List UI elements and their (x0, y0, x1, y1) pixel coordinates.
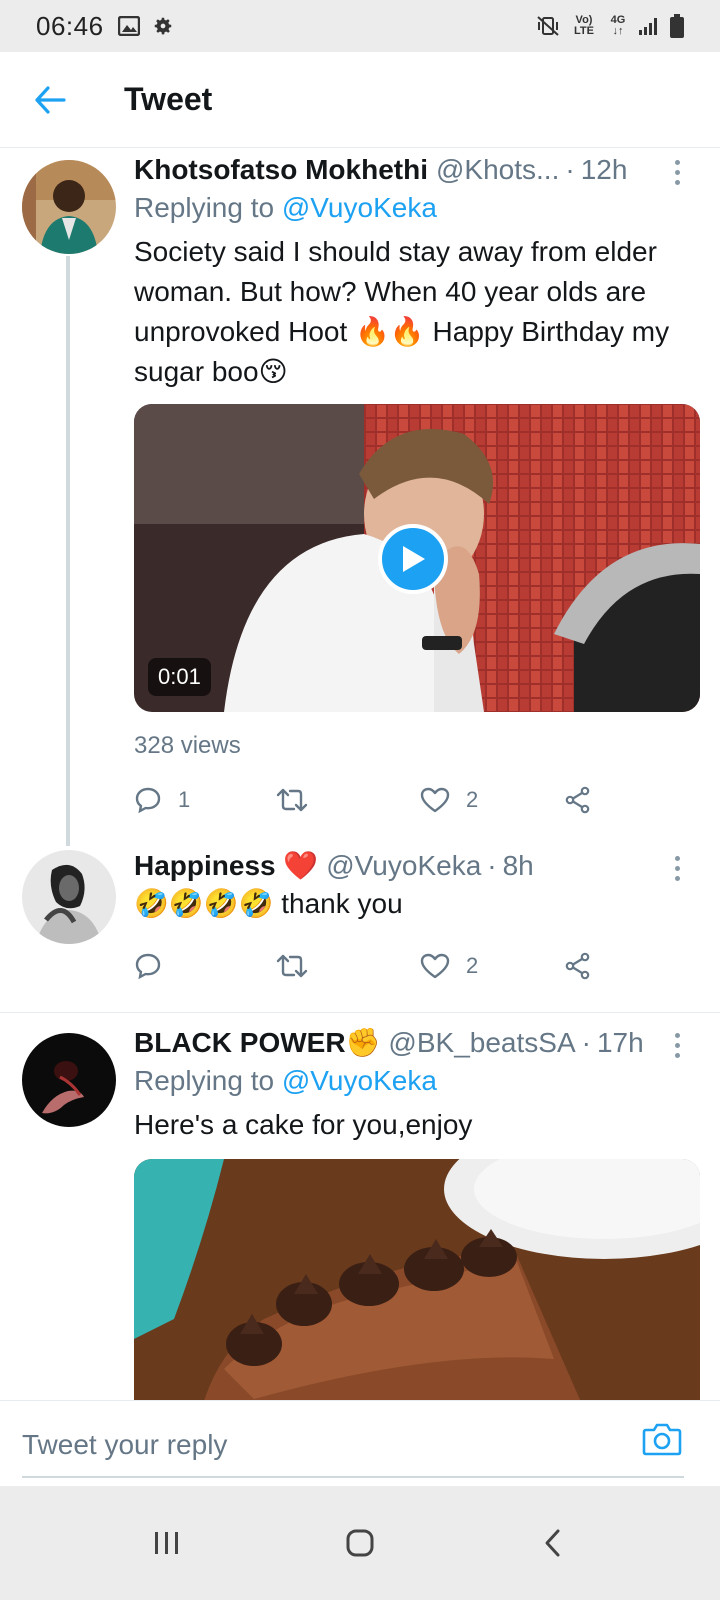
reply-composer (0, 1400, 720, 1486)
separator-dot: · (565, 154, 575, 185)
back-button[interactable] (22, 72, 78, 128)
tweet-actions: 2 (134, 946, 700, 986)
author-name[interactable]: BLACK POWER✊ (134, 1025, 380, 1061)
like-button[interactable]: 2 (420, 946, 478, 986)
author-name[interactable]: Khotsofatso Mokhethi (134, 152, 428, 188)
home-button[interactable] (320, 1513, 400, 1573)
like-count: 2 (466, 953, 479, 978)
tweet-header: Khotsofatso Mokhethi @Khots... · 12h (134, 152, 700, 188)
back-icon (545, 1529, 560, 1557)
replying-to: Replying to @VuyoKeka (134, 192, 437, 223)
video-duration: 0:01 (148, 658, 211, 696)
tweet-text: 🤣🤣🤣🤣 thank you (134, 888, 403, 919)
mention-link[interactable]: @VuyoKeka (282, 192, 437, 223)
reply-icon (135, 787, 161, 814)
app-bar: Tweet (0, 52, 720, 148)
reply-icon (135, 953, 161, 980)
tweet-happiness[interactable]: Happiness ❤️ @VuyoKeka · 8h 🤣🤣🤣🤣 thank y… (0, 838, 720, 992)
more-options-icon[interactable] (662, 154, 692, 190)
home-icon (346, 1529, 374, 1557)
image-icon (117, 16, 140, 36)
retweet-icon (276, 788, 308, 812)
tweet-text: Society said I should stay away from eld… (134, 236, 670, 387)
like-button[interactable]: 2 (420, 780, 478, 820)
tweet-header: BLACK POWER✊ @BK_beatsSA · 17h (134, 1025, 700, 1061)
nav-back-button[interactable] (513, 1513, 593, 1573)
share-icon (565, 952, 590, 980)
gear-icon (154, 17, 171, 35)
mute-vibrate-icon (537, 16, 559, 36)
input-underline (22, 1476, 684, 1478)
play-icon (403, 546, 425, 572)
tweet-time: 8h (502, 850, 534, 881)
replying-to: Replying to @VuyoKeka (134, 1065, 437, 1096)
retweet-button[interactable] (276, 946, 324, 986)
separator-dot: · (581, 1027, 591, 1058)
battery-icon (670, 14, 684, 38)
status-bar: 06:46 Vo) LTE 4G ↓↑ (0, 0, 720, 52)
tweet-video[interactable]: 0:01 (134, 404, 700, 712)
tweet-black-power[interactable]: BLACK POWER✊ @BK_beatsSA · 17h Replying … (0, 1013, 720, 1400)
volte-icon: Vo) LTE (574, 14, 594, 37)
share-button[interactable] (564, 946, 592, 986)
camera-icon (642, 1423, 682, 1456)
heart-icon (420, 953, 450, 979)
play-button[interactable] (378, 524, 448, 594)
reply-button[interactable] (134, 946, 178, 986)
author-handle[interactable]: @BK_beatsSA (388, 1025, 575, 1061)
status-time: 06:46 (36, 10, 104, 41)
mention-link[interactable]: @VuyoKeka (282, 1065, 437, 1096)
more-options-icon[interactable] (662, 850, 692, 886)
thread-line (66, 256, 70, 846)
recent-apps-icon (154, 1532, 178, 1554)
tweet-time: 17h (596, 1027, 644, 1058)
page-title: Tweet (124, 81, 213, 117)
tweet-khotsofatso[interactable]: Khotsofatso Mokhethi @Khots... · 12h Rep… (0, 148, 720, 846)
recent-apps-button[interactable] (127, 1513, 207, 1573)
heart-icon (420, 787, 450, 813)
tweet-time: 12h (580, 154, 628, 185)
more-options-icon[interactable] (662, 1027, 692, 1063)
tweet-actions: 1 2 (134, 780, 700, 820)
tweet-image[interactable] (134, 1159, 700, 1400)
view-count: 328 views (134, 732, 241, 759)
separator-dot: · (487, 850, 497, 881)
author-name[interactable]: Happiness ❤️ (134, 848, 318, 884)
reply-button[interactable]: 1 (134, 780, 190, 820)
author-handle[interactable]: @VuyoKeka (326, 848, 481, 884)
share-button[interactable] (564, 780, 592, 820)
reply-count: 1 (178, 787, 191, 812)
avatar[interactable] (22, 1033, 116, 1127)
network-4g-icon: 4G ↓↑ (610, 14, 626, 37)
retweet-icon (276, 954, 308, 978)
retweet-button[interactable] (276, 780, 324, 820)
system-nav-bar (0, 1486, 720, 1600)
like-count: 2 (466, 787, 479, 812)
camera-button[interactable] (642, 1421, 686, 1465)
tweet-header: Happiness ❤️ @VuyoKeka · 8h (134, 848, 700, 884)
signal-icon (639, 18, 657, 35)
avatar[interactable] (22, 850, 116, 944)
reply-input[interactable] (22, 1419, 622, 1471)
share-icon (565, 786, 590, 814)
author-handle[interactable]: @Khots... (436, 152, 559, 188)
arrow-left-icon (35, 85, 66, 114)
avatar[interactable] (22, 160, 116, 254)
tweet-text: Here's a cake for you,enjoy (134, 1109, 473, 1140)
